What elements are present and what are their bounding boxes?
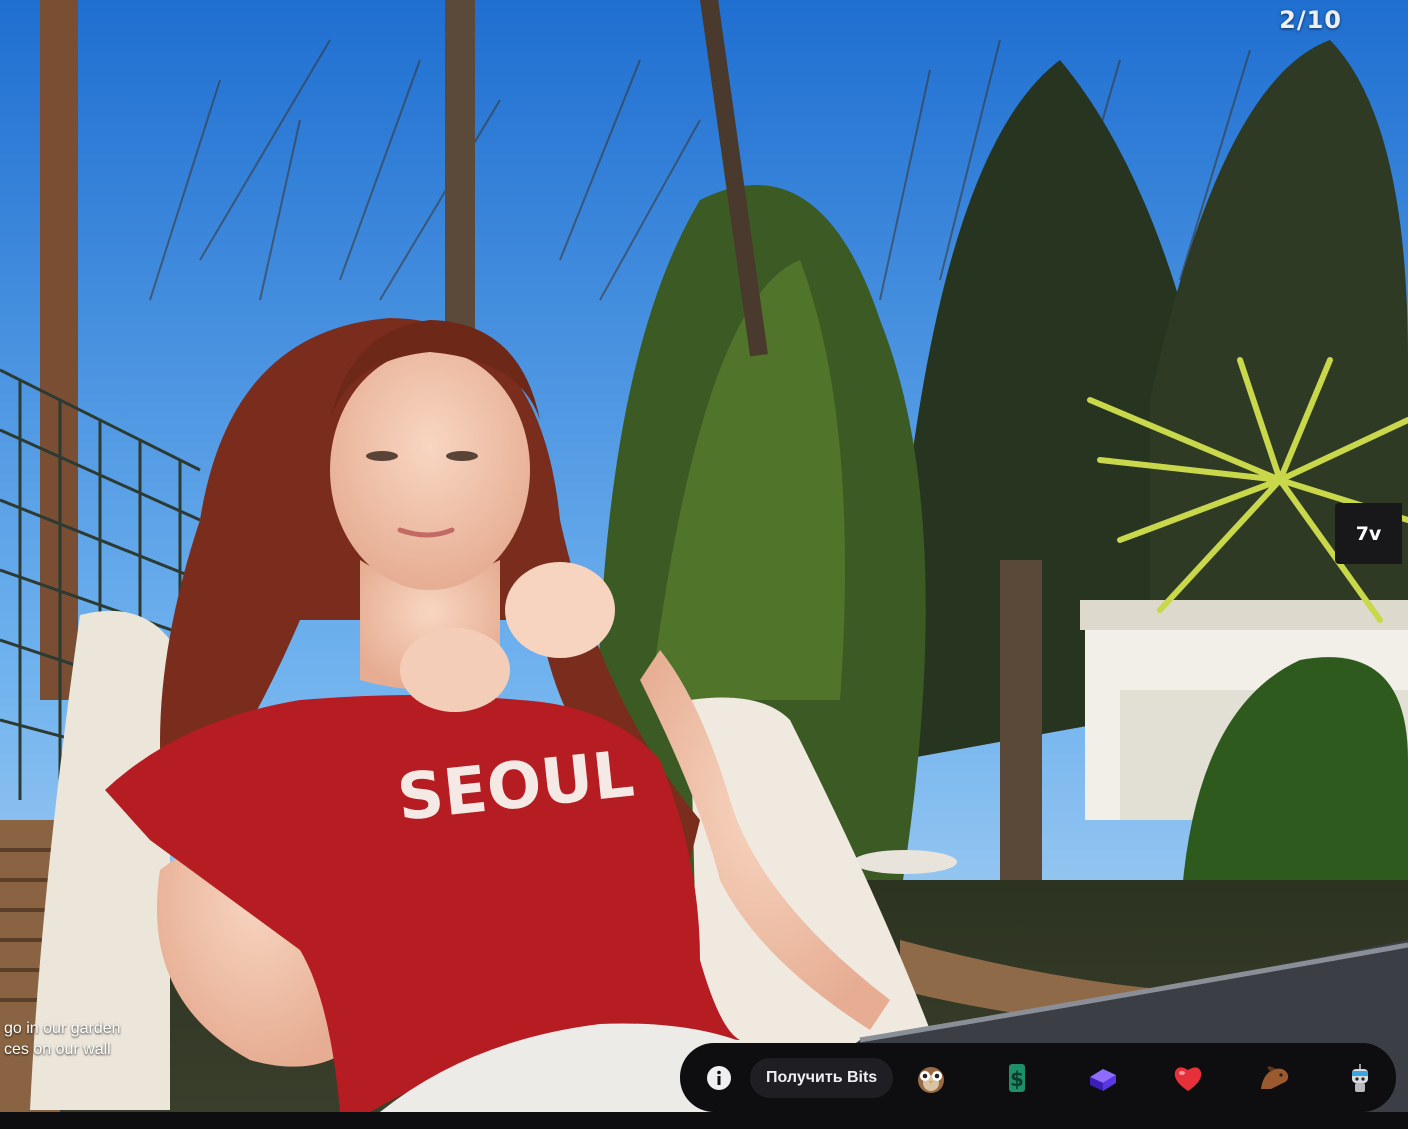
red-heart-emote-icon bbox=[1175, 1066, 1202, 1091]
emote-button[interactable] bbox=[909, 1056, 953, 1100]
horse-emote-icon bbox=[1261, 1065, 1289, 1089]
seventv-logo-icon: 7v bbox=[1355, 522, 1382, 545]
stream-overlay-caption: go in our garden ces on our wall bbox=[4, 1018, 121, 1060]
slide-counter: 2/10 bbox=[1279, 6, 1342, 34]
overlay-line: go in our garden bbox=[4, 1020, 121, 1037]
robot-emote-icon bbox=[1351, 1063, 1368, 1092]
video-frame: SEOUL bbox=[0, 0, 1408, 1112]
emote-button[interactable] bbox=[1166, 1056, 1210, 1100]
overlay-line: ces on our wall bbox=[4, 1041, 111, 1058]
purple-cube-emote-icon bbox=[1089, 1068, 1116, 1091]
svg-text:$: $ bbox=[1010, 1067, 1024, 1091]
emote-button[interactable] bbox=[1252, 1056, 1296, 1100]
video-player[interactable]: SEOUL 2/10 7v go in our garden ces on ou… bbox=[0, 0, 1408, 1112]
green-dollar-emote-icon: $ bbox=[1008, 1063, 1025, 1092]
bits-emote-list: $ bbox=[909, 1056, 1382, 1100]
emote-button[interactable] bbox=[1081, 1056, 1125, 1100]
emote-button[interactable] bbox=[1338, 1056, 1382, 1100]
player-bottom-edge bbox=[0, 1112, 1408, 1129]
bits-bar: Получить Bits $ bbox=[680, 1043, 1396, 1112]
info-icon bbox=[707, 1065, 731, 1090]
owl-emote-icon bbox=[918, 1066, 945, 1093]
info-button[interactable] bbox=[702, 1061, 736, 1095]
get-bits-button[interactable]: Получить Bits bbox=[750, 1057, 894, 1098]
seventv-extension-button[interactable]: 7v bbox=[1335, 503, 1402, 564]
emote-button[interactable]: $ bbox=[995, 1056, 1039, 1100]
